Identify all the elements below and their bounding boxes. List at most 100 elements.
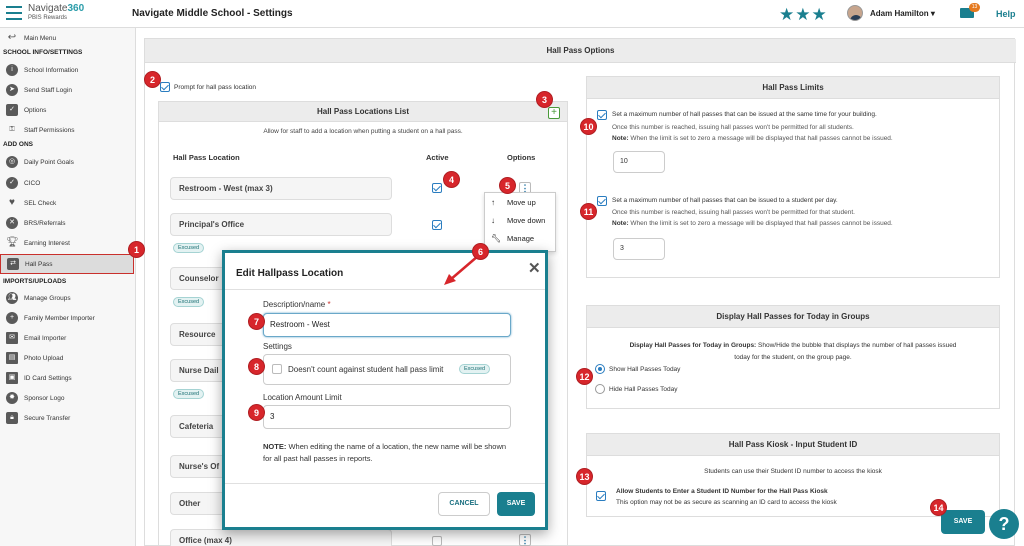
building-limit-label: Set a maximum number of hall passes that… (612, 111, 877, 118)
sidebar-item-main-menu[interactable]: ↩ Main Menu (0, 29, 134, 47)
location-row[interactable]: Restroom - West (max 3) (170, 177, 392, 200)
id-card-icon: ▣ (6, 372, 18, 384)
sidebar-item-cico[interactable]: ✓ CICO (0, 174, 134, 192)
kiosk-title: Hall Pass Kiosk - Input Student ID (587, 434, 999, 456)
prompt-location-option[interactable]: Prompt for hall pass location (160, 82, 256, 92)
edit-location-modal: Edit Hallpass Location ✕ Description/nam… (222, 250, 548, 530)
sidebar-item-staff-permissions[interactable]: ⚿ Staff Permissions (0, 121, 134, 139)
student-limit-input[interactable]: 3 (613, 238, 665, 260)
locations-subtitle: Allow for staff to add a location when p… (263, 128, 463, 135)
student-limit-label: Set a maximum number of hall passes that… (612, 197, 838, 204)
prompt-location-checkbox[interactable] (160, 82, 170, 92)
sidebar-item-earning-interest[interactable]: 🏆︎ Earning Interest (0, 234, 134, 252)
student-limit-note: Note: When the limit is set to zero a me… (612, 220, 893, 227)
sidebar-item-brs-referrals[interactable]: ✕ BRS/Referrals (0, 214, 134, 232)
lock-icon: 🔒︎ (6, 412, 18, 424)
sidebar: ↩ Main Menu SCHOOL INFO/SETTINGS i School … (0, 28, 136, 546)
sidebar-item-manage-groups[interactable]: 👥︎ Manage Groups (0, 289, 134, 307)
sidebar-item-family-member-importer[interactable]: + Family Member Importer (0, 309, 134, 327)
active-checkbox[interactable] (432, 536, 442, 546)
callout-marker: 4 (443, 171, 460, 188)
description-input[interactable]: Restroom - West (263, 313, 511, 337)
active-checkbox[interactable] (432, 220, 442, 230)
col-header-active: Active (426, 153, 449, 162)
sidebar-item-send-staff-login[interactable]: ➤ Send Staff Login (0, 81, 134, 99)
excused-badge: Excused (173, 389, 205, 399)
add-location-button[interactable]: + (548, 107, 560, 119)
sidebar-item-secure-transfer[interactable]: 🔒︎ Secure Transfer (0, 409, 134, 427)
arrow-down-icon: ↓ (491, 215, 495, 225)
avatar[interactable] (847, 5, 863, 21)
excused-badge: Excused (173, 243, 205, 253)
location-row[interactable]: Office (max 4) (170, 529, 392, 546)
building-limit-note: Note: When the limit is set to zero a me… (612, 135, 893, 142)
hall-pass-icon: ⇄ (7, 258, 19, 270)
callout-marker: 12 (576, 368, 593, 385)
excused-checkbox[interactable] (272, 364, 282, 374)
sidebar-item-photo-upload[interactable]: ▤ Photo Upload (0, 349, 134, 367)
help-link[interactable]: Help (996, 9, 1016, 19)
sidebar-item-sponsor-logo[interactable]: ✸ Sponsor Logo (0, 389, 134, 407)
show-hall-passes-radio[interactable] (595, 364, 605, 374)
student-limit-checkbox[interactable] (597, 196, 607, 206)
callout-marker: 1 (128, 241, 145, 258)
divider (225, 483, 545, 484)
key-icon: ⚿ (9, 126, 15, 133)
callout-marker: 2 (144, 71, 161, 88)
close-icon[interactable]: ✕ (528, 259, 541, 277)
options-menu-button[interactable]: ⋮ (519, 534, 531, 546)
checkbox-icon: ✓ (6, 104, 18, 116)
building-limit-checkbox[interactable] (597, 110, 607, 120)
kiosk-student-id-checkbox[interactable] (596, 491, 606, 501)
kiosk-student-id-help: This option may not be as secure as scan… (616, 499, 837, 506)
description-label: Description/name * (263, 300, 331, 309)
col-header-location: Hall Pass Location (173, 153, 240, 162)
building-limit-input[interactable]: 10 (613, 151, 665, 173)
file-icon: ▤ (6, 352, 18, 364)
callout-marker: 14 (930, 499, 947, 516)
send-icon: ➤ (6, 84, 18, 96)
menu-item-manage[interactable]: 🔧︎ Manage (485, 229, 555, 247)
settings-label: Settings (263, 342, 292, 351)
location-options-menu: ↑ Move up ↓ Move down 🔧︎ Manage (484, 192, 556, 252)
cancel-button[interactable]: CANCEL (438, 492, 490, 516)
show-hall-passes-option[interactable]: Show Hall Passes Today (595, 364, 680, 374)
hide-hall-passes-radio[interactable] (595, 384, 605, 394)
modal-title: Edit Hallpass Location (236, 268, 344, 279)
trophy-icon: 🏆︎ (6, 237, 19, 248)
target-icon: ◎ (6, 156, 18, 168)
col-header-options: Options (507, 153, 536, 162)
limit-input[interactable]: 3 (263, 405, 511, 429)
building-limit-help: Once this number is reached, issuing hal… (612, 124, 854, 131)
help-fab-icon[interactable]: ? (989, 509, 1019, 539)
modal-save-button[interactable]: SAVE (497, 492, 535, 516)
active-checkbox[interactable] (432, 183, 442, 193)
callout-marker: 7 (248, 313, 265, 330)
sidebar-item-id-card-settings[interactable]: ▣ ID Card Settings (0, 369, 134, 387)
menu-item-move-up[interactable]: ↑ Move up (485, 193, 555, 211)
back-arrow-icon: ↩ (7, 32, 17, 43)
sidebar-item-school-information[interactable]: i School Information (0, 61, 134, 79)
callout-marker: 9 (248, 404, 265, 421)
hamburger-menu-icon[interactable] (6, 6, 22, 20)
callout-marker: 11 (580, 203, 597, 220)
kiosk-student-id-label: Allow Students to Enter a Student ID Num… (616, 488, 828, 495)
sidebar-item-daily-point-goals[interactable]: ◎ Daily Point Goals (0, 153, 134, 171)
sidebar-item-email-importer[interactable]: ✉ Email Importer (0, 329, 134, 347)
hall-pass-limits-title: Hall Pass Limits (587, 77, 999, 99)
hide-hall-passes-option[interactable]: Hide Hall Passes Today (595, 384, 678, 394)
user-menu[interactable]: Adam Hamilton ▾ (870, 9, 935, 18)
menu-item-move-down[interactable]: ↓ Move down (485, 211, 555, 229)
sidebar-item-options[interactable]: ✓ Options (0, 101, 134, 119)
sidebar-item-hall-pass[interactable]: ⇄ Hall Pass (0, 254, 134, 274)
sidebar-item-sel-check[interactable]: ♥ SEL Check (0, 194, 134, 212)
location-row[interactable]: Principal's Office (170, 213, 392, 236)
page-title: Navigate Middle School - Settings (132, 8, 293, 19)
add-user-icon: + (6, 312, 18, 324)
limit-label: Location Amount Limit (263, 393, 342, 402)
kiosk-description: Students can use their Student ID number… (704, 468, 882, 475)
save-button[interactable]: SAVE (941, 510, 985, 534)
wrench-icon: 🔧︎ (491, 233, 502, 243)
callout-marker: 8 (248, 358, 265, 375)
sidebar-section-add-ons: ADD ONS (3, 141, 33, 148)
